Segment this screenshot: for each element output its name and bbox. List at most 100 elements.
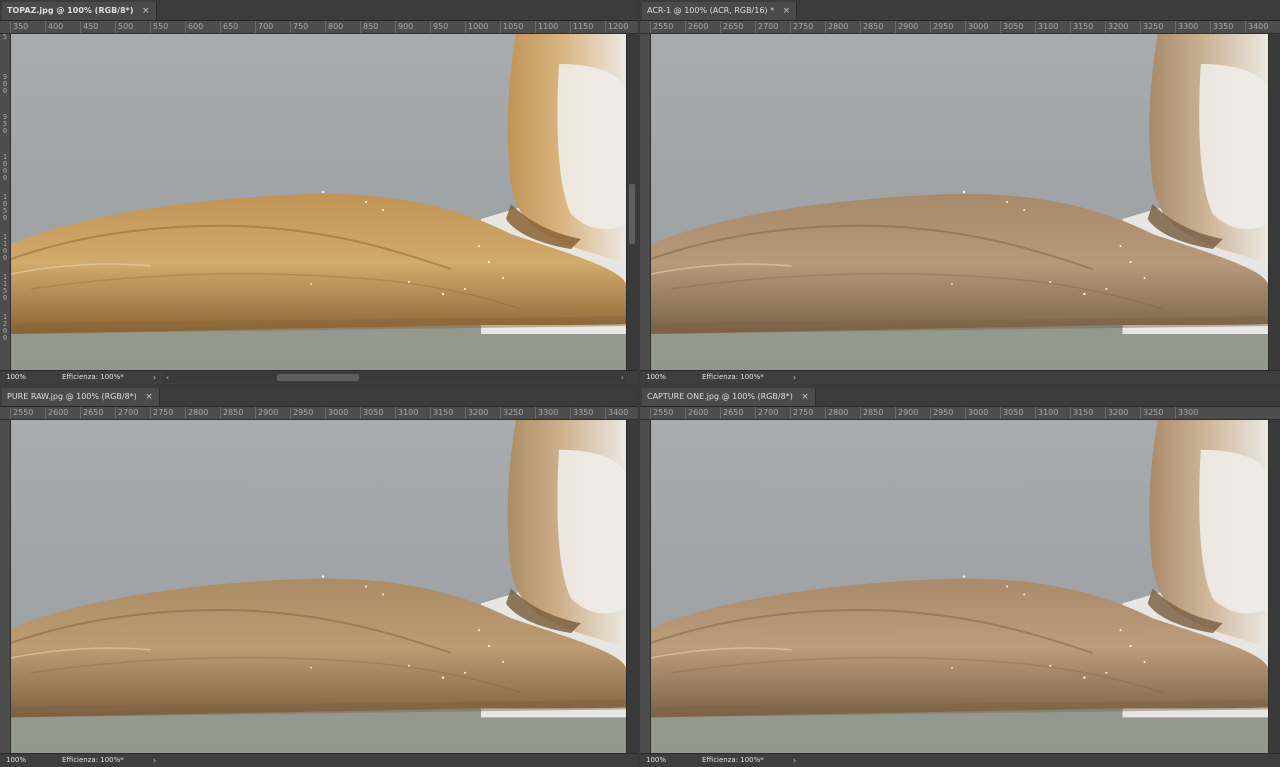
ruler-tick-label: 3350	[570, 407, 593, 419]
ruler-tick-label: 9 0 0	[2, 73, 8, 95]
ruler-tick-label: 3000	[325, 407, 348, 419]
ruler-tick-label: 1100	[535, 21, 558, 33]
document-tab[interactable]: PURE RAW.jpg @ 100% (RGB/8*) ×	[2, 388, 160, 406]
zoom-level[interactable]: 100%	[646, 754, 666, 767]
ruler-tick-label: 3250	[1140, 21, 1163, 33]
close-icon[interactable]: ×	[783, 2, 791, 20]
ruler-tick-label: 3050	[1000, 21, 1023, 33]
ruler-tick-label: 2650	[80, 407, 103, 419]
horizontal-scrollbar[interactable]: ‹ ›	[162, 372, 626, 383]
ruler-tick-label: 2650	[720, 21, 743, 33]
close-icon[interactable]: ×	[145, 388, 153, 406]
document-window-pure-raw[interactable]: PURE RAW.jpg @ 100% (RGB/8*) × 2550 2600 2…	[0, 386, 638, 767]
document-window-capture-one[interactable]: CAPTURE ONE.jpg @ 100% (RGB/8*) × 2550 26…	[640, 386, 1280, 767]
document-tab-title: CAPTURE ONE.jpg @ 100% (RGB/8*)	[647, 392, 793, 401]
chevron-right-icon[interactable]: ›	[621, 372, 624, 383]
zoom-level[interactable]: 100%	[6, 754, 26, 767]
ruler-tick-label: 700	[255, 21, 273, 33]
vertical-ruler[interactable]: 5 9 0 0 9 5 0 1 0 0 0 1 0 5 0 1 1 0 0 1 1 5 0 1…	[0, 34, 11, 370]
document-tab[interactable]: TOPAZ.jpg @ 100% (RGB/8*) ×	[2, 2, 157, 20]
ruler-tick-label: 2550	[650, 407, 673, 419]
vertical-scrollbar[interactable]	[626, 420, 638, 753]
image-canvas[interactable]	[11, 34, 626, 370]
vertical-ruler[interactable]	[640, 420, 651, 753]
scroll-thumb[interactable]	[277, 374, 359, 381]
horizontal-ruler[interactable]: 2550 2600 2650 2700 2750 2800 2850 2900 2950 3000…	[640, 21, 1280, 34]
status-bar: 100% Efficienza: 100%* › ‹ ›	[0, 370, 638, 384]
ruler-tick-label: 1 2 0 0	[2, 313, 8, 342]
vertical-ruler[interactable]	[0, 420, 11, 753]
ruler-tick-label: 650	[220, 21, 238, 33]
document-tab-title: PURE RAW.jpg @ 100% (RGB/8*)	[7, 392, 137, 401]
ruler-tick-label: 3250	[1140, 407, 1163, 419]
photoshop-workspace: TOPAZ.jpg @ 100% (RGB/8*) × 350 400 450 500…	[0, 0, 1280, 767]
vertical-ruler[interactable]	[640, 34, 651, 370]
ruler-tick-label: 2700	[755, 407, 778, 419]
zoom-level[interactable]: 100%	[6, 371, 26, 384]
ruler-tick-label: 1150	[570, 21, 593, 33]
vertical-scrollbar[interactable]	[1268, 34, 1280, 370]
ruler-tick-label: 2750	[790, 407, 813, 419]
ruler-tick-label: 9 5 0	[2, 113, 8, 135]
ruler-tick-label: 2650	[720, 407, 743, 419]
chevron-left-icon[interactable]: ‹	[166, 372, 169, 383]
efficiency-info: Efficienza: 100%*	[702, 756, 764, 764]
duck-photo	[651, 34, 1268, 370]
ruler-tick-label: 850	[360, 21, 378, 33]
chevron-right-icon[interactable]: ›	[793, 371, 796, 384]
ruler-tick-label: 2900	[255, 407, 278, 419]
ruler-tick-label: 2900	[895, 21, 918, 33]
close-icon[interactable]: ×	[142, 2, 150, 20]
ruler-tick-label: 3000	[965, 407, 988, 419]
image-canvas[interactable]	[651, 34, 1268, 370]
ruler-tick-label: 3050	[1000, 407, 1023, 419]
image-canvas[interactable]	[651, 420, 1268, 753]
ruler-tick-label: 2900	[895, 407, 918, 419]
ruler-tick-label: 600	[185, 21, 203, 33]
ruler-tick-label: 2850	[860, 407, 883, 419]
duck-photo	[651, 420, 1268, 753]
ruler-tick-label: 350	[10, 21, 28, 33]
document-tab-bar: PURE RAW.jpg @ 100% (RGB/8*) ×	[0, 386, 638, 407]
image-canvas[interactable]	[11, 420, 626, 753]
close-icon[interactable]: ×	[801, 388, 809, 406]
ruler-tick-label: 3100	[1035, 407, 1058, 419]
vertical-scrollbar[interactable]	[1268, 420, 1280, 753]
ruler-tick-label: 3100	[395, 407, 418, 419]
ruler-tick-label: 2800	[825, 407, 848, 419]
chevron-right-icon[interactable]: ›	[153, 754, 156, 767]
ruler-tick-label: 2800	[185, 407, 208, 419]
ruler-tick-label: 2850	[220, 407, 243, 419]
ruler-tick-label: 3400	[1245, 21, 1268, 33]
efficiency-info: Efficienza: 100%*	[62, 373, 124, 381]
ruler-tick-label: 3150	[1070, 407, 1093, 419]
ruler-tick-label: 1000	[465, 21, 488, 33]
ruler-tick-label: 2850	[860, 21, 883, 33]
horizontal-ruler[interactable]: 350 400 450 500 550 600 650 700 750 800 850 900 950 1…	[0, 21, 638, 34]
horizontal-ruler[interactable]: 2550 2600 2650 2700 2750 2800 2850 2900 2950 3000…	[640, 407, 1280, 420]
ruler-tick-label: 400	[45, 21, 63, 33]
ruler-tick-label: 3350	[1210, 21, 1233, 33]
ruler-tick-label: 1050	[500, 21, 523, 33]
document-tab[interactable]: ACR-1 @ 100% (ACR, RGB/16) * ×	[642, 2, 798, 20]
document-window-topaz[interactable]: TOPAZ.jpg @ 100% (RGB/8*) × 350 400 450 500…	[0, 0, 638, 384]
document-tab-title: TOPAZ.jpg @ 100% (RGB/8*)	[7, 6, 134, 15]
document-window-acr[interactable]: ACR-1 @ 100% (ACR, RGB/16) * × 2550 2600 2…	[640, 0, 1280, 384]
document-tab[interactable]: CAPTURE ONE.jpg @ 100% (RGB/8*) ×	[642, 388, 816, 406]
ruler-tick-label: 2750	[150, 407, 173, 419]
vertical-scrollbar[interactable]	[626, 34, 638, 370]
zoom-level[interactable]: 100%	[646, 371, 666, 384]
status-bar: 100% Efficienza: 100%* ›	[640, 753, 1280, 767]
ruler-tick-label: 3100	[1035, 21, 1058, 33]
ruler-tick-label: 1 1 5 0	[2, 273, 8, 302]
scroll-thumb[interactable]	[629, 184, 635, 244]
ruler-tick-label: 3200	[1105, 407, 1128, 419]
ruler-tick-label: 2950	[290, 407, 313, 419]
ruler-tick-label: 2550	[10, 407, 33, 419]
chevron-right-icon[interactable]: ›	[153, 371, 156, 384]
chevron-right-icon[interactable]: ›	[793, 754, 796, 767]
horizontal-ruler[interactable]: 2550 2600 2650 2700 2750 2800 2850 2900 2950 3000…	[0, 407, 638, 420]
ruler-tick-label: 3300	[535, 407, 558, 419]
ruler-tick-label: 550	[150, 21, 168, 33]
ruler-tick-label: 2700	[115, 407, 138, 419]
